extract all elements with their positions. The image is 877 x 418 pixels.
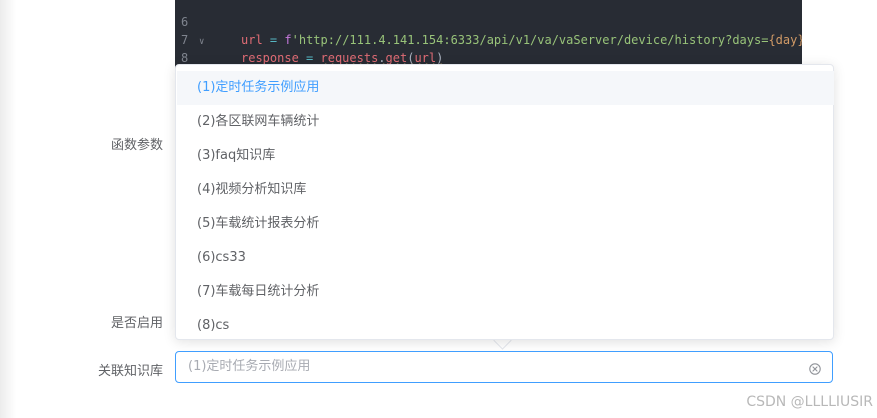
knowledge-base-label: 关联知识库 xyxy=(97,364,163,379)
dropdown-option[interactable]: (3)faq知识库 xyxy=(177,139,834,173)
page-edge-shadow xyxy=(0,0,16,418)
knowledge-base-select[interactable]: (1)定时任务示例应用 xyxy=(175,351,833,383)
dropdown-option[interactable]: (8)cs xyxy=(177,309,834,343)
dropdown-option[interactable]: (7)车载每日统计分析 xyxy=(177,275,834,309)
dropdown-option[interactable]: (2)各区联网车辆统计 xyxy=(177,105,834,139)
circle-close-icon[interactable] xyxy=(809,360,821,375)
function-params-label: 函数参数 xyxy=(110,138,163,153)
knowledge-base-dropdown: (1)定时任务示例应用 (2)各区联网车辆统计 (3)faq知识库 (4)视频分… xyxy=(175,64,834,340)
code-line: 7 response = requests.get(url) xyxy=(175,13,802,65)
dropdown-option[interactable]: (6)cs33 xyxy=(177,241,834,275)
code-line: 8 ∨ try: xyxy=(175,31,802,65)
csdn-watermark: CSDN @LLLLIUSIR xyxy=(746,394,873,410)
dropdown-option[interactable]: (4)视频分析知识库 xyxy=(177,173,834,207)
enabled-label: 是否启用 xyxy=(110,316,163,331)
dropdown-option[interactable]: (5)车载统计报表分析 xyxy=(177,207,834,241)
code-editor[interactable]: 6 url = f'http://111.4.141.154:6333/api/… xyxy=(175,0,802,70)
select-placeholder: (1)定时任务示例应用 xyxy=(188,359,311,374)
code-line: 6 url = f'http://111.4.141.154:6333/api/… xyxy=(175,0,802,47)
dropdown-option[interactable]: (1)定时任务示例应用 xyxy=(177,71,834,105)
